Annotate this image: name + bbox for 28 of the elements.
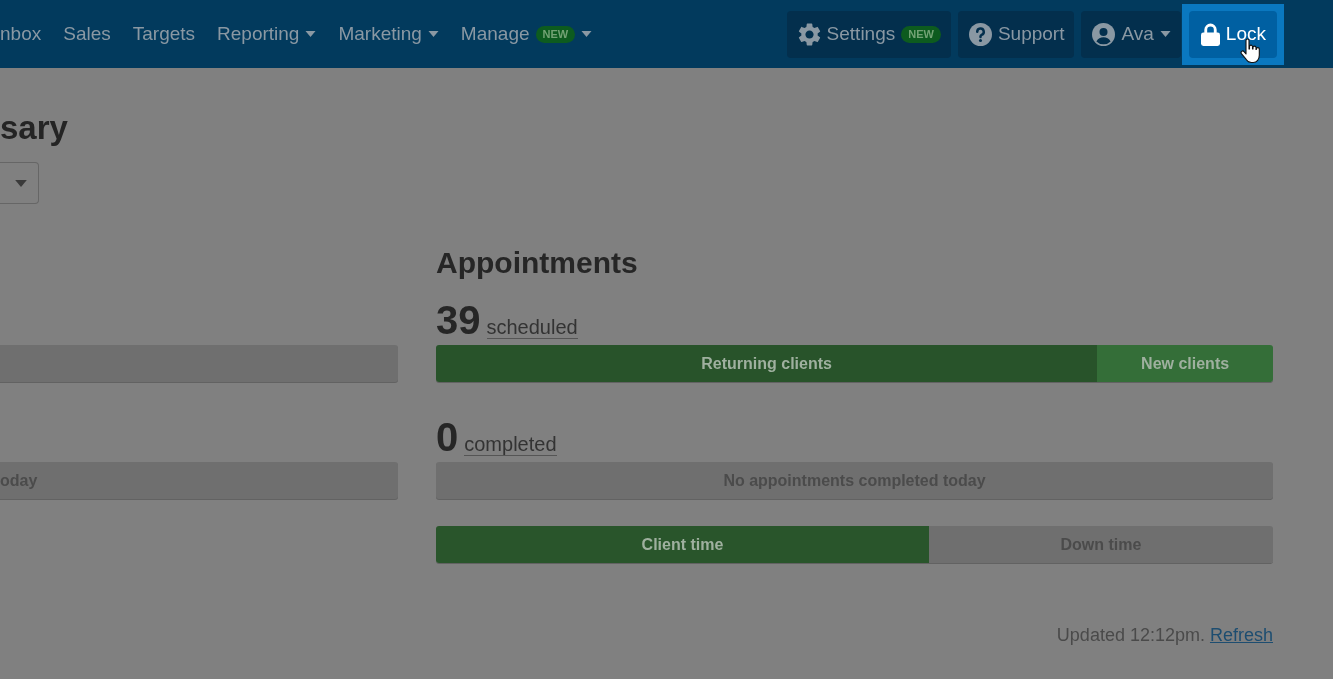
new-badge: NEW — [901, 25, 941, 43]
scheduled-count: 39 — [436, 298, 481, 342]
gear-icon — [797, 22, 821, 46]
bar-segment: New clients — [1097, 345, 1273, 382]
nav-item[interactable]: Marketing — [338, 23, 439, 45]
help-icon — [968, 22, 992, 46]
settings-button[interactable]: Settings NEW — [786, 10, 951, 58]
user-icon — [1092, 22, 1116, 46]
refresh-link[interactable]: Refresh — [1209, 623, 1273, 647]
nav-item[interactable]: Manage NEW — [460, 23, 593, 45]
period-select[interactable] — [0, 162, 39, 204]
user-menu-button[interactable]: Ava — [1081, 10, 1181, 58]
lock-icon — [1200, 22, 1220, 46]
completed-label: completed — [464, 433, 557, 456]
support-button[interactable]: Support — [957, 10, 1075, 58]
bar-segment: Returning clients — [436, 345, 1098, 382]
nav-item[interactable]: nbox — [0, 23, 42, 45]
bar-segment: Client time — [436, 526, 929, 563]
lock-button[interactable]: Lock — [1188, 10, 1277, 58]
nav-item[interactable]: Targets — [132, 23, 196, 45]
section-title: Appointments — [436, 246, 638, 280]
nav-item[interactable]: Sales — [63, 23, 111, 45]
new-badge: NEW — [535, 25, 576, 43]
page-title: sary — [0, 108, 68, 148]
nav-item[interactable]: Reporting — [217, 23, 317, 45]
scheduled-label: scheduled — [486, 316, 578, 339]
completed-count: 0 — [436, 415, 459, 459]
caret-down-icon — [15, 179, 27, 187]
